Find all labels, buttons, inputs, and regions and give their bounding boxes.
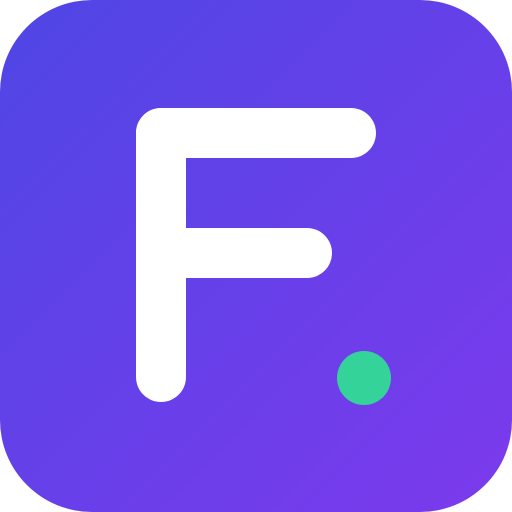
canvas <box>0 0 512 512</box>
f-letter-top-bar <box>136 108 376 158</box>
f-letter-middle-bar <box>136 228 332 278</box>
f-logo-icon <box>136 108 391 405</box>
accent-dot <box>337 351 391 405</box>
app-icon-background <box>0 0 512 512</box>
